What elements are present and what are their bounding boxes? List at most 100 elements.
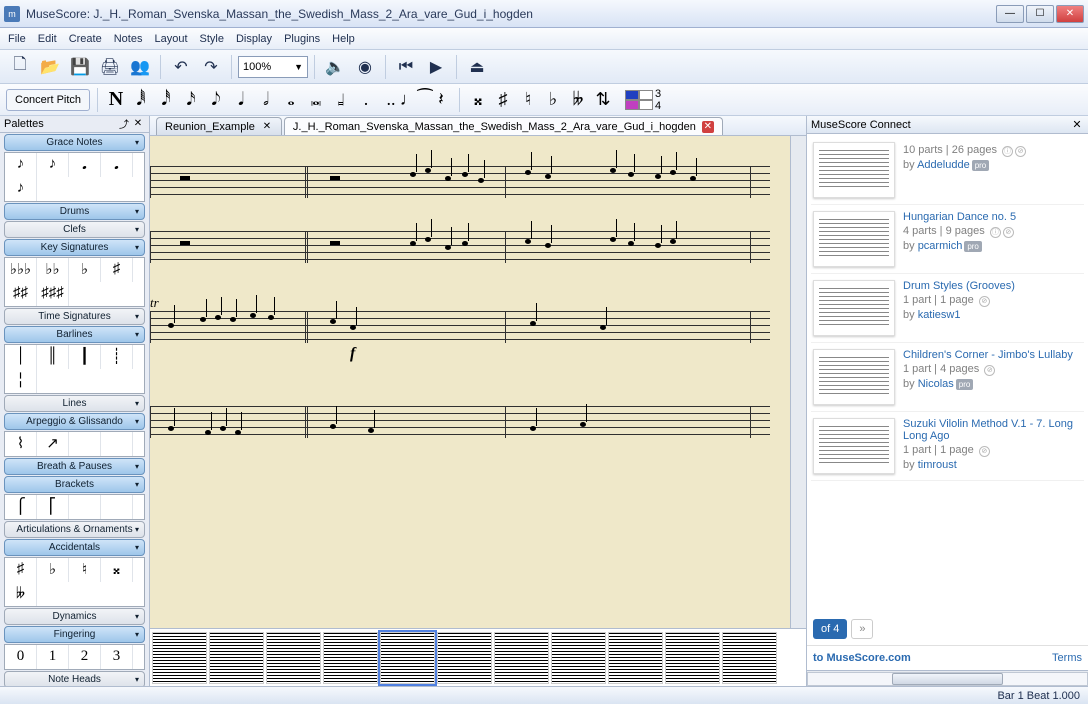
note-8th-button[interactable]: 𝅘𝅥𝅮 (205, 88, 227, 112)
menu-create[interactable]: Create (69, 33, 102, 45)
palette-cell[interactable]: 1 (37, 645, 69, 669)
note-64th-button[interactable]: 𝅘𝅥𝅱 (130, 88, 152, 112)
palette-cell[interactable]: 𝅘 (101, 153, 133, 177)
palette-cell[interactable]: 2 (69, 645, 101, 669)
note-input-button[interactable]: N (105, 88, 127, 112)
flat-button[interactable]: ♭ (542, 88, 564, 112)
speaker-button[interactable]: 🔈 (321, 54, 349, 80)
note-longa-button[interactable]: 𝆷 (330, 88, 352, 112)
page-next-button[interactable]: » (851, 619, 873, 639)
note-whole-button[interactable]: 𝅝 (280, 88, 302, 112)
palette-cell[interactable]: ♯ (101, 258, 133, 282)
palette-cell[interactable]: 𝅘 (69, 153, 101, 177)
pin-icon[interactable]: ⤴ (117, 116, 131, 131)
score-title-link[interactable]: Hungarian Dance no. 5 (903, 211, 1016, 223)
score-title-link[interactable]: Drum Styles (Grooves) (903, 280, 1015, 292)
nc-icon[interactable]: ⊘ (1003, 227, 1014, 238)
palette-cell[interactable]: 3 (101, 645, 133, 669)
close-button[interactable]: ✕ (1056, 5, 1084, 23)
score-canvas[interactable]: tr f (150, 136, 790, 628)
new-button[interactable]: 🗋 (6, 54, 34, 80)
menu-edit[interactable]: Edit (38, 33, 57, 45)
score-title-link[interactable]: Suzuki Vilolin Method V.1 - 7. Long Long… (903, 418, 1073, 442)
info-icon[interactable]: ⊘ (984, 365, 995, 376)
menu-style[interactable]: Style (200, 33, 224, 45)
nav-page[interactable] (152, 632, 207, 684)
palette-drums[interactable]: Drums▾ (4, 203, 145, 220)
nav-page[interactable] (665, 632, 720, 684)
palette-cell[interactable] (69, 495, 101, 519)
palette-cell[interactable]: ⌇ (5, 432, 37, 456)
tab-close-icon[interactable]: ✕ (702, 121, 714, 133)
rewind-button[interactable]: ⏮ (392, 54, 420, 80)
double-flat-button[interactable]: 𝄫 (567, 88, 589, 112)
info-icon[interactable]: ⓘ (1002, 146, 1013, 157)
palette-cell[interactable]: ╎ (5, 369, 37, 393)
palette-cell[interactable]: ♮ (69, 558, 101, 582)
nav-page[interactable] (266, 632, 321, 684)
score-thumbnail[interactable] (813, 280, 895, 336)
note-half-button[interactable]: 𝅗𝅥 (255, 88, 277, 112)
musescore-link[interactable]: to MuseScore.com (813, 652, 911, 664)
score-title-link[interactable]: Children's Corner - Jimbo's Lullaby (903, 349, 1073, 361)
palette-note-heads[interactable]: Note Heads▾ (4, 671, 145, 686)
double-sharp-button[interactable]: 𝄪 (467, 88, 489, 112)
palette-cell[interactable]: ┃ (69, 345, 101, 369)
menu-layout[interactable]: Layout (154, 33, 187, 45)
author-link[interactable]: Addeludde (917, 159, 970, 171)
palette-barlines[interactable]: Barlines▾ (4, 326, 145, 343)
note-32nd-button[interactable]: 𝅘𝅥𝅰 (155, 88, 177, 112)
palette-cell[interactable] (101, 495, 133, 519)
save-button[interactable]: 💾 (66, 54, 94, 80)
voice-selector[interactable]: 3 4 (625, 88, 661, 112)
double-dot-button[interactable]: .. (380, 88, 402, 112)
palette-lines[interactable]: Lines▾ (4, 395, 145, 412)
nav-page[interactable] (722, 632, 777, 684)
palette-clefs[interactable]: Clefs▾ (4, 221, 145, 238)
connect-hscroll[interactable] (807, 670, 1088, 686)
palette-cell[interactable] (101, 432, 133, 456)
palette-cell[interactable] (69, 432, 101, 456)
author-link[interactable]: timroust (918, 459, 957, 471)
menu-file[interactable]: File (8, 33, 26, 45)
palette-accidentals[interactable]: Accidentals▾ (4, 539, 145, 556)
tab-svenska[interactable]: J._H._Roman_Svenska_Massan_the_Swedish_M… (284, 117, 723, 135)
info-icon[interactable]: ⊘ (979, 296, 990, 307)
nav-page[interactable] (551, 632, 606, 684)
palette-cell[interactable]: ♯ (5, 558, 37, 582)
palette-cell[interactable]: ↗ (37, 432, 69, 456)
nav-page[interactable] (323, 632, 378, 684)
maximize-button[interactable]: ☐ (1026, 5, 1054, 23)
palette-cell[interactable]: ♯♯♯ (37, 282, 69, 306)
nav-page[interactable] (380, 632, 435, 684)
note-16th-button[interactable]: 𝅘𝅥𝅯 (180, 88, 202, 112)
sharp-button[interactable]: ♯ (492, 88, 514, 112)
menu-plugins[interactable]: Plugins (284, 33, 320, 45)
nav-page[interactable] (608, 632, 663, 684)
author-link[interactable]: pcarmich (918, 240, 963, 252)
palette-breath-pauses[interactable]: Breath & Pauses▾ (4, 458, 145, 475)
nc-icon[interactable]: ⊘ (1015, 146, 1026, 157)
concert-pitch-button[interactable]: Concert Pitch (6, 89, 90, 111)
menu-display[interactable]: Display (236, 33, 272, 45)
palette-cell[interactable]: ♭♭ (37, 258, 69, 282)
palette-cell[interactable]: ⎧ (5, 495, 37, 519)
score-thumbnail[interactable] (813, 418, 895, 474)
nav-page[interactable] (437, 632, 492, 684)
undo-button[interactable]: ↶ (167, 54, 195, 80)
dot-button[interactable]: . (355, 88, 377, 112)
menu-help[interactable]: Help (332, 33, 355, 45)
flip-button[interactable]: ⇅ (592, 88, 614, 112)
palette-brackets[interactable]: Brackets▾ (4, 476, 145, 493)
author-link[interactable]: Nicolas (918, 378, 954, 390)
palette-cell[interactable]: ♭♭♭ (5, 258, 37, 282)
palette-fingering[interactable]: Fingering▾ (4, 626, 145, 643)
nav-page[interactable] (209, 632, 264, 684)
navigator[interactable] (150, 628, 806, 686)
palette-arpeggio-glissando[interactable]: Arpeggio & Glissando▾ (4, 413, 145, 430)
close-icon[interactable]: ✕ (131, 118, 145, 129)
open-button[interactable]: 📂 (36, 54, 64, 80)
redo-button[interactable]: ↷ (197, 54, 225, 80)
score-thumbnail[interactable] (813, 142, 895, 198)
score-thumbnail[interactable] (813, 349, 895, 405)
